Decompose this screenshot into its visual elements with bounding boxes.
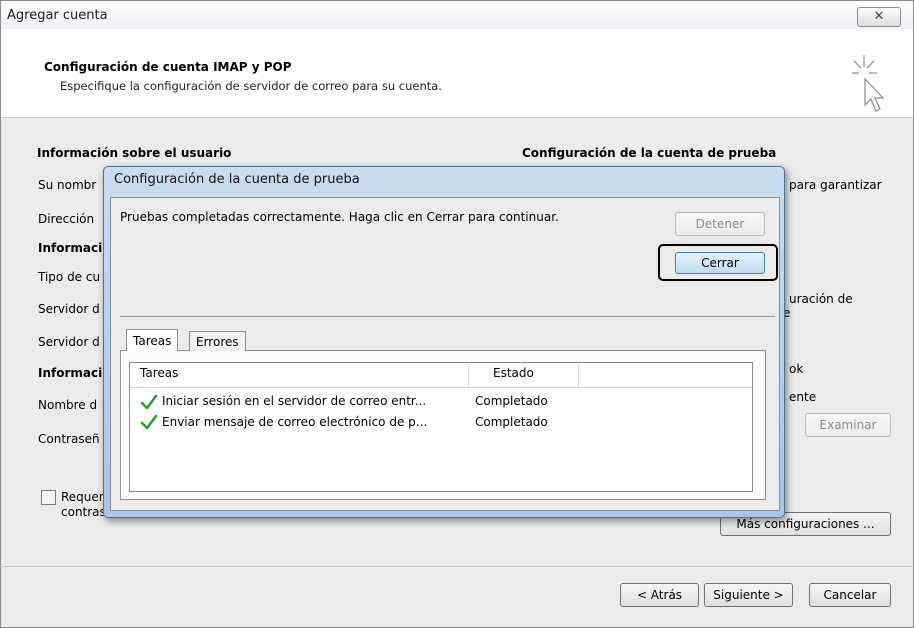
next-button[interactable]: Siguiente > (704, 583, 793, 607)
spa-checkbox[interactable] (41, 490, 56, 505)
col-divider-1 (468, 365, 469, 387)
task-row-2: Enviar mensaje de correo electrónico de … (162, 415, 428, 429)
list-header (130, 363, 752, 388)
close-dialog-button[interactable]: Cerrar (675, 252, 765, 274)
state-row-1: Completado (475, 394, 548, 408)
back-button[interactable]: < Atrás (620, 583, 699, 607)
check-icon (141, 414, 157, 430)
tab-errores[interactable]: Errores (189, 331, 246, 351)
title-bar: Agregar cuenta ✕ (1, 1, 913, 29)
close-window-button[interactable]: ✕ (857, 7, 901, 27)
dialog-message: Pruebas completadas correctamente. Haga … (120, 210, 559, 224)
label-spa-line1: Requer (61, 490, 104, 504)
text-guarantee: para garantizar (789, 178, 882, 192)
label-spa-line2: contras (61, 505, 106, 519)
tab-tareas[interactable]: Tareas (126, 329, 179, 351)
stop-button[interactable]: Detener (675, 212, 765, 236)
column-header-task[interactable]: Tareas (140, 366, 178, 380)
page-title: Configuración de cuenta IMAP y POP (44, 60, 292, 74)
wizard-cursor-icon (852, 55, 885, 112)
section-user-info: Información sobre el usuario (37, 146, 232, 160)
dialog-title: Configuración de la cuenta de prueba (114, 172, 360, 187)
label-your-name: Su nombr (38, 178, 97, 192)
label-email: Dirección (38, 212, 95, 226)
dialog-separator (120, 316, 775, 317)
label-incoming-server: Servidor d (38, 302, 100, 316)
close-icon: ✕ (873, 9, 885, 24)
section-login-info: Informaci (38, 366, 103, 380)
section-test-settings: Configuración de la cuenta de prueba (522, 146, 777, 160)
text-ok: ok (789, 362, 804, 376)
task-row-1: Iniciar sesión en el servidor de correo … (162, 394, 427, 408)
footer-divider (0, 566, 912, 567)
page-subtitle: Especifique la configuración de servidor… (60, 79, 442, 93)
browse-button[interactable]: Examinar (805, 413, 891, 437)
label-outgoing-server: Servidor d (38, 335, 100, 349)
cancel-button[interactable]: Cancelar (809, 583, 891, 607)
col-divider-2 (578, 365, 579, 387)
section-server-info: Informaci (38, 241, 103, 255)
label-username: Nombre d (38, 398, 98, 412)
check-icon (141, 394, 157, 410)
text-ente: ente (789, 390, 817, 404)
text-configuration: uración de (789, 292, 853, 306)
window-title: Agregar cuenta (7, 8, 108, 23)
column-header-state[interactable]: Estado (493, 366, 534, 380)
label-password: Contraseñ (38, 432, 100, 446)
state-row-2: Completado (475, 415, 548, 429)
label-account-type: Tipo de cu (38, 270, 101, 284)
